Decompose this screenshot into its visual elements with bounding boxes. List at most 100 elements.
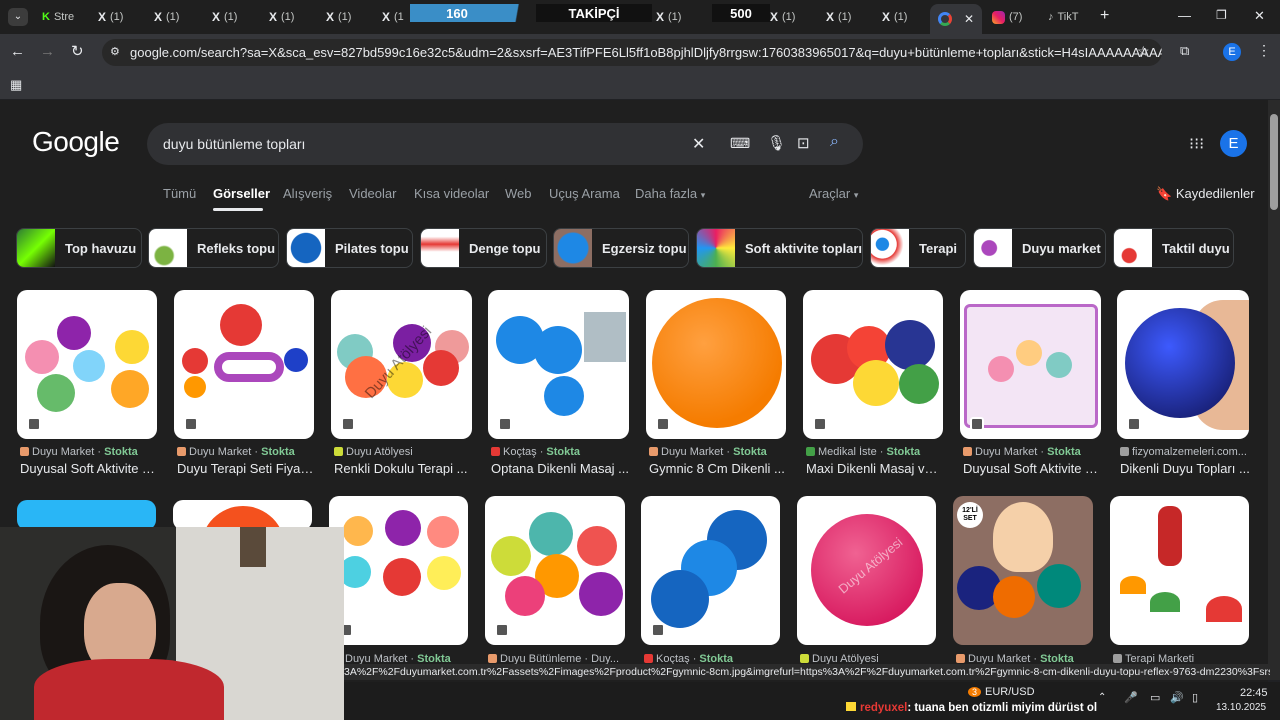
result-title[interactable]: Optana Dikenli Masaj ... (491, 461, 629, 476)
tray-chevron-icon[interactable]: ⌃ (1098, 692, 1106, 703)
result-source[interactable]: fizyomalzemeleri.com... (1120, 446, 1252, 458)
scrollbar-thumb[interactable] (1270, 114, 1278, 210)
image-result[interactable] (960, 290, 1101, 439)
keyboard-icon[interactable]: ⌨ (730, 135, 750, 152)
bookmark-star-icon[interactable]: ☆ (1137, 43, 1150, 60)
tab-videos[interactable]: Videolar (349, 186, 396, 201)
google-logo[interactable]: Google (32, 126, 120, 158)
image-result[interactable] (174, 290, 314, 439)
result-source[interactable]: Medikal İste · Stokta (806, 446, 944, 458)
image-result[interactable] (1117, 290, 1249, 439)
reload-icon[interactable]: ↻ (71, 42, 84, 60)
back-icon[interactable]: ← (10, 43, 25, 60)
tab-item[interactable]: X (1) (822, 4, 874, 30)
tab-item[interactable]: X (1) (265, 4, 317, 30)
chip-duyu-market[interactable]: Duyu market (973, 228, 1106, 268)
result-title[interactable]: Gymnic 8 Cm Dikenli ... (649, 461, 787, 476)
image-result[interactable] (641, 496, 780, 645)
clock-time[interactable]: 22:45 (1240, 687, 1268, 699)
profile-avatar[interactable]: E (1223, 43, 1241, 61)
search-icon[interactable]: ⌕ (830, 133, 839, 151)
tab-item[interactable]: X (1) (94, 4, 146, 30)
tab-item[interactable]: X (1) (652, 4, 704, 30)
tab-active-google[interactable]: ✕ (930, 4, 982, 34)
new-tab-button[interactable]: + (1100, 7, 1109, 25)
tab-item[interactable]: K Stre (38, 4, 86, 30)
tab-images[interactable]: Görseller (213, 186, 270, 201)
image-result[interactable] (17, 290, 157, 439)
battery-icon[interactable]: ▯ (1192, 691, 1198, 704)
apps-grid-icon[interactable]: ▦ (10, 77, 22, 93)
tab-all[interactable]: Tümü (163, 186, 196, 201)
result-title[interactable]: Maxi Dikenli Masaj ve ... (806, 461, 944, 476)
tab-item[interactable]: ♪ TikT (1044, 4, 1088, 30)
volume-icon[interactable]: 🔊 (1170, 691, 1184, 704)
forward-icon[interactable]: → (40, 43, 55, 60)
tab-web[interactable]: Web (505, 186, 532, 201)
chip-exercise-ball[interactable]: Egzersiz topu (553, 228, 689, 268)
result-source[interactable]: Duyu Atölyesi (334, 446, 472, 458)
image-result[interactable] (646, 290, 786, 439)
result-source[interactable]: Koçtaş · Stokta (491, 446, 629, 458)
menu-icon[interactable]: ⋮ (1257, 42, 1271, 59)
microphone-tray-icon[interactable]: 🎤 (1124, 691, 1138, 704)
search-input[interactable]: duyu bütünleme topları ✕ ⌨ 🎙 ⊡ ⌕ (147, 123, 863, 165)
microphone-icon[interactable]: 🎙 (767, 134, 786, 152)
clear-icon[interactable]: ✕ (692, 134, 705, 154)
tab-item[interactable]: (7) (988, 4, 1036, 30)
chip-balance-ball[interactable]: Denge topu (420, 228, 547, 268)
extensions-icon[interactable]: ⧉ (1180, 43, 1189, 59)
site-info-icon[interactable]: ⚙ (110, 45, 120, 58)
tab-item[interactable]: X (1 (378, 4, 414, 30)
result-title[interactable]: Duyusal Soft Aktivite T... (20, 461, 158, 476)
image-result[interactable] (803, 290, 943, 439)
image-result[interactable] (329, 496, 468, 645)
result-source[interactable]: Duyu Market · Stokta (177, 446, 315, 458)
image-result[interactable]: Duyu Atölyesi (331, 290, 472, 439)
tab-item[interactable]: X (1) (322, 4, 374, 30)
result-source[interactable]: Duyu Market · Stokta (963, 446, 1101, 458)
maximize-button[interactable]: ❐ (1216, 8, 1227, 22)
chip-ball-pool[interactable]: Top havuzu (16, 228, 142, 268)
clock-date[interactable]: 13.10.2025 (1216, 702, 1266, 713)
tab-item[interactable]: X (1) (208, 4, 260, 30)
chip-reflex-ball[interactable]: Refleks topu (148, 228, 279, 268)
image-result[interactable] (488, 290, 629, 439)
page-scrollbar[interactable] (1268, 100, 1280, 680)
image-result[interactable]: Duyu Atölyesi (797, 496, 936, 645)
chip-tactile[interactable]: Taktil duyu (1113, 228, 1234, 268)
close-icon[interactable]: ✕ (964, 12, 974, 26)
result-source[interactable]: Duyu Market · Stokta (20, 446, 158, 458)
minimize-button[interactable]: — (1178, 8, 1191, 23)
network-icon[interactable]: ▭ (1150, 691, 1160, 704)
tools-button[interactable]: Araçlar ▾ (809, 186, 858, 201)
tab-more[interactable]: Daha fazla ▾ (635, 186, 705, 201)
result-title[interactable]: Duyu Terapi Seti Fiyatı... (177, 461, 315, 476)
tab-item[interactable]: X (1) (150, 4, 202, 30)
tab-search-button[interactable]: ⌄ (8, 8, 28, 26)
chip-therapy[interactable]: Terapi (870, 228, 966, 268)
tab-item[interactable]: X (1) (766, 4, 818, 30)
tab-flights[interactable]: Uçuş Arama (549, 186, 620, 201)
result-title[interactable]: Duyusal Soft Aktivite T... (963, 461, 1101, 476)
close-window-button[interactable]: ✕ (1254, 8, 1265, 24)
image-result[interactable] (17, 500, 156, 530)
result-title[interactable]: Dikenli Duyu Topları ... (1120, 461, 1252, 476)
google-apps-icon[interactable]: ⁝⁝⁝ (1189, 134, 1204, 154)
tab-short-videos[interactable]: Kısa videolar (414, 186, 489, 201)
tab-shopping[interactable]: Alışveriş (283, 186, 332, 201)
image-result[interactable]: 12'Lİ SET (953, 496, 1093, 645)
lens-icon[interactable]: ⊡ (797, 134, 810, 152)
chip-pilates-ball[interactable]: Pilates topu (286, 228, 413, 268)
ticker-widget[interactable]: 3 EUR/USD (968, 686, 1035, 698)
image-result[interactable] (485, 496, 625, 645)
account-avatar[interactable]: E (1220, 130, 1247, 157)
result-source[interactable]: Duyu Market · Stokta (649, 446, 787, 458)
image-result[interactable] (1110, 496, 1249, 645)
saved-button[interactable]: 🔖 Kaydedilenler (1156, 186, 1255, 202)
result-title[interactable]: Renkli Dokulu Terapi ... (334, 461, 472, 476)
chip-soft-activity-balls[interactable]: Soft aktivite topları (696, 228, 863, 268)
tab-item[interactable]: X (1) (878, 4, 928, 30)
image-result[interactable] (173, 500, 312, 530)
address-bar[interactable]: ⚙ google.com/search?sa=X&sca_esv=827bd59… (102, 39, 1162, 66)
